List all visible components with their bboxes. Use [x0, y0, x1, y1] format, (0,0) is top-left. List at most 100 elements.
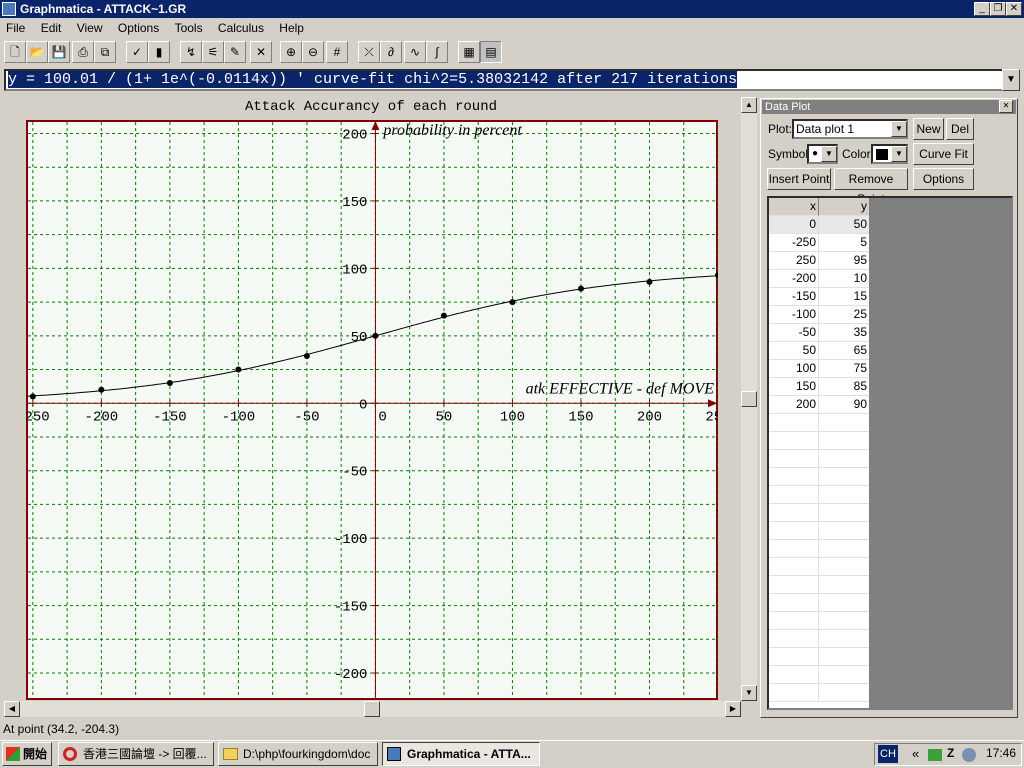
volume-icon[interactable] — [962, 748, 976, 762]
scroll-down-icon[interactable]: ▼ — [741, 685, 757, 701]
menu-file[interactable]: File — [6, 21, 25, 35]
integral-icon[interactable]: ∫ — [426, 41, 448, 63]
delete-icon[interactable]: ✕ — [250, 41, 272, 63]
grid-cell-y[interactable]: 95 — [819, 252, 869, 270]
grid-cell-empty[interactable] — [819, 684, 869, 702]
menu-help[interactable]: Help — [279, 21, 304, 35]
column-header-y[interactable]: y — [819, 198, 869, 216]
grid-cell-y[interactable]: 75 — [819, 360, 869, 378]
table-view-icon[interactable]: ▦ — [458, 41, 480, 63]
menu-tools[interactable]: Tools — [175, 21, 203, 35]
grid-cell-empty[interactable] — [769, 468, 819, 486]
equation-input[interactable]: y = 100.01 / (1+ 1e^(-0.0114x)) ' curve-… — [4, 69, 1004, 91]
vertical-scroll-thumb[interactable] — [741, 391, 757, 407]
grid-cell-y[interactable]: 10 — [819, 270, 869, 288]
grid-cell-empty[interactable] — [819, 522, 869, 540]
grid-cell-empty[interactable] — [769, 414, 819, 432]
grid-cell-empty[interactable] — [819, 504, 869, 522]
grid-cell-empty[interactable] — [769, 540, 819, 558]
grid-cell-x[interactable]: -150 — [769, 288, 819, 306]
grid-cell-empty[interactable] — [769, 666, 819, 684]
grid-cell-empty[interactable] — [769, 432, 819, 450]
grid-cell-empty[interactable] — [819, 468, 869, 486]
insert-point-button[interactable]: Insert Point — [767, 168, 831, 190]
copy-icon[interactable]: ⧉ — [94, 41, 116, 63]
grid-cell-y[interactable]: 35 — [819, 324, 869, 342]
grid-cell-x[interactable]: 200 — [769, 396, 819, 414]
grid-cell-x[interactable]: 100 — [769, 360, 819, 378]
tray-expand-icon[interactable]: « — [912, 746, 919, 761]
task-folder[interactable]: D:\php\fourkingdom\doc — [218, 742, 378, 766]
grid-cell-x[interactable]: 50 — [769, 342, 819, 360]
minimize-button[interactable]: _ — [974, 2, 990, 16]
new-file-icon[interactable]: 🗋 — [4, 41, 26, 63]
grid-cell-empty[interactable] — [769, 504, 819, 522]
grid-cell-empty[interactable] — [819, 558, 869, 576]
task-graphmatica[interactable]: Graphmatica - ATTA... — [382, 742, 540, 766]
zoom-in-icon[interactable]: ⊕ — [280, 41, 302, 63]
restore-button[interactable]: ❐ — [990, 2, 1006, 16]
grid-cell-y[interactable]: 90 — [819, 396, 869, 414]
remove-point-button[interactable]: Remove Point — [834, 168, 908, 206]
grid-cell-empty[interactable] — [769, 450, 819, 468]
scroll-right-icon[interactable]: ▶ — [725, 701, 741, 717]
grid-cell-empty[interactable] — [819, 486, 869, 504]
grid-cell-x[interactable]: -100 — [769, 306, 819, 324]
menu-calculus[interactable]: Calculus — [218, 21, 264, 35]
grid-cell-empty[interactable] — [819, 432, 869, 450]
erase-graph-icon[interactable]: ✎ — [224, 41, 246, 63]
network-icon[interactable] — [928, 749, 942, 761]
grid-cell-empty[interactable] — [769, 648, 819, 666]
grid-cell-empty[interactable] — [769, 612, 819, 630]
save-icon[interactable]: 💾 — [48, 41, 70, 63]
zoom-out-icon[interactable]: ⊖ — [302, 41, 324, 63]
grid-range-icon[interactable]: # — [326, 41, 348, 63]
grid-cell-empty[interactable] — [769, 630, 819, 648]
menu-edit[interactable]: Edit — [41, 21, 62, 35]
options-button[interactable]: Options — [913, 168, 974, 190]
grid-cell-empty[interactable] — [769, 594, 819, 612]
scroll-up-icon[interactable]: ▲ — [741, 97, 757, 113]
grid-cell-x[interactable]: 150 — [769, 378, 819, 396]
grid-cell-y[interactable]: 65 — [819, 342, 869, 360]
grid-cell-empty[interactable] — [769, 486, 819, 504]
table-icon[interactable]: ▮ — [148, 41, 170, 63]
curve-icon[interactable]: ∿ — [404, 41, 426, 63]
grid-cell-empty[interactable] — [819, 630, 869, 648]
grid-cell-empty[interactable] — [769, 684, 819, 702]
overlay-icon[interactable]: ⚟ — [202, 41, 224, 63]
grid-cell-empty[interactable] — [819, 666, 869, 684]
grid-cell-empty[interactable] — [769, 576, 819, 594]
grid-cell-empty[interactable] — [819, 414, 869, 432]
close-button[interactable]: ✕ — [1006, 2, 1022, 16]
grid-cell-empty[interactable] — [819, 576, 869, 594]
grid-cell-empty[interactable] — [819, 648, 869, 666]
print-icon[interactable]: ⎙ — [72, 41, 94, 63]
column-header-x[interactable]: x — [769, 198, 819, 216]
graph-icon[interactable]: ✓ — [126, 41, 148, 63]
grid-cell-x[interactable]: -250 — [769, 234, 819, 252]
open-folder-icon[interactable]: 📂 — [26, 41, 48, 63]
grid-cell-empty[interactable] — [819, 612, 869, 630]
grid-cell-x[interactable]: 250 — [769, 252, 819, 270]
new-button[interactable]: New — [913, 118, 944, 140]
plot-dropdown-icon[interactable]: ▼ — [891, 121, 907, 137]
tangent-icon[interactable]: ⤫ — [358, 41, 380, 63]
scroll-left-icon[interactable]: ◀ — [4, 701, 20, 717]
menu-view[interactable]: View — [77, 21, 103, 35]
panel-close-icon[interactable]: ✕ — [999, 100, 1013, 113]
app-icon[interactable] — [2, 2, 16, 16]
task-forum[interactable]: 香港三國論壇 -> 回覆... — [58, 742, 214, 766]
curve-fit-button[interactable]: Curve Fit — [913, 143, 974, 165]
grid-cell-empty[interactable] — [819, 594, 869, 612]
chevron-down-icon[interactable]: ▼ — [1002, 69, 1020, 91]
grid-cell-x[interactable]: -200 — [769, 270, 819, 288]
grid-cell-empty[interactable] — [769, 558, 819, 576]
grid-cell-x[interactable]: -50 — [769, 324, 819, 342]
del-button[interactable]: Del — [946, 118, 974, 140]
horizontal-scroll-thumb[interactable] — [364, 701, 380, 717]
grid-cell-x[interactable]: 0 — [769, 216, 819, 234]
zone-alarm-icon[interactable]: Z — [947, 746, 954, 760]
grid-cell-empty[interactable] — [769, 522, 819, 540]
grid-cell-y[interactable]: 50 — [819, 216, 869, 234]
